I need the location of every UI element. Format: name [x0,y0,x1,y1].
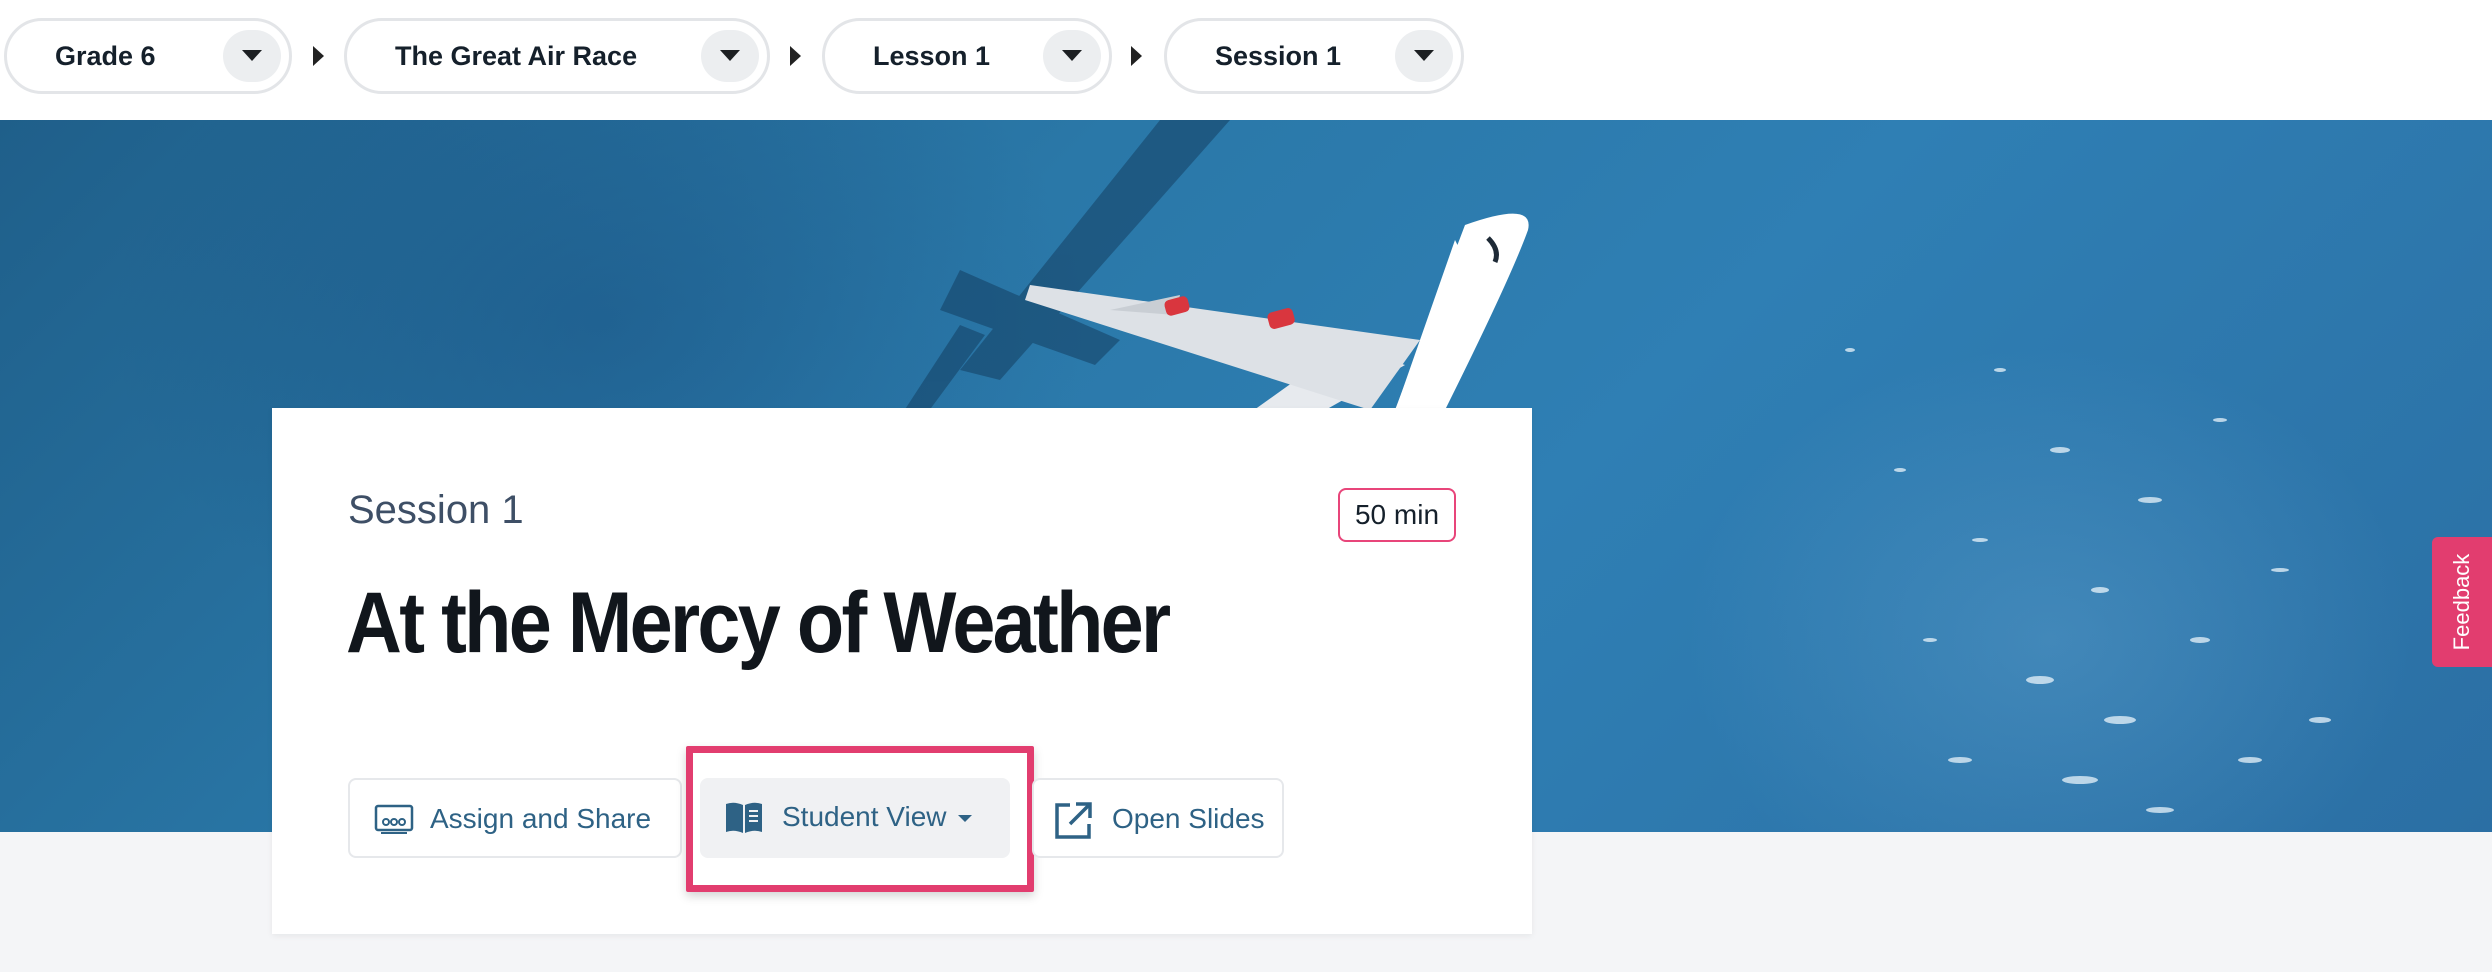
breadcrumb-lesson-dropdown[interactable]: Lesson 1 [822,18,1112,94]
book-icon [726,802,762,833]
breadcrumb-session-label: Session 1 [1215,40,1342,71]
chevron-down-icon[interactable] [223,30,281,82]
feedback-label: Feedback [2449,553,2474,651]
chevron-down-icon[interactable] [1043,30,1101,82]
breadcrumb-session-dropdown[interactable]: Session 1 [1164,18,1464,94]
chevron-down-icon[interactable] [1395,30,1453,82]
open-slides-button[interactable]: Open Slides [1032,778,1284,858]
breadcrumb-unit-label: The Great Air Race [395,40,638,71]
feedback-tab[interactable]: Feedback [2432,537,2492,667]
breadcrumb-separator-icon [313,46,324,66]
breadcrumb-lesson-label: Lesson 1 [873,40,991,71]
breadcrumb-unit-dropdown[interactable]: The Great Air Race [344,18,770,94]
breadcrumb: Grade 6 The Great Air Race Lesson 1 Sess… [0,0,2492,120]
breadcrumb-separator-icon [1131,46,1142,66]
session-card: Session 1 50 min At the Mercy of Weather… [272,408,1532,934]
open-slides-label: Open Slides [1112,803,1265,834]
chevron-down-icon[interactable] [701,30,759,82]
duration-badge: 50 min [1338,488,1456,542]
assign-share-label: Assign and Share [430,803,652,834]
caret-down-icon [958,815,972,822]
student-view-button[interactable]: Student View [700,778,1010,858]
page-title: At the Mercy of Weather [346,575,1171,671]
breadcrumb-separator-icon [790,46,801,66]
external-link-icon [1055,802,1092,839]
assign-share-button[interactable]: Assign and Share [348,778,682,858]
breadcrumb-grade-label: Grade 6 [55,40,156,71]
student-view-label: Student View [782,801,947,832]
assign-share-icon [374,804,414,834]
breadcrumb-grade-dropdown[interactable]: Grade 6 [4,18,292,94]
session-label: Session 1 [348,488,524,532]
